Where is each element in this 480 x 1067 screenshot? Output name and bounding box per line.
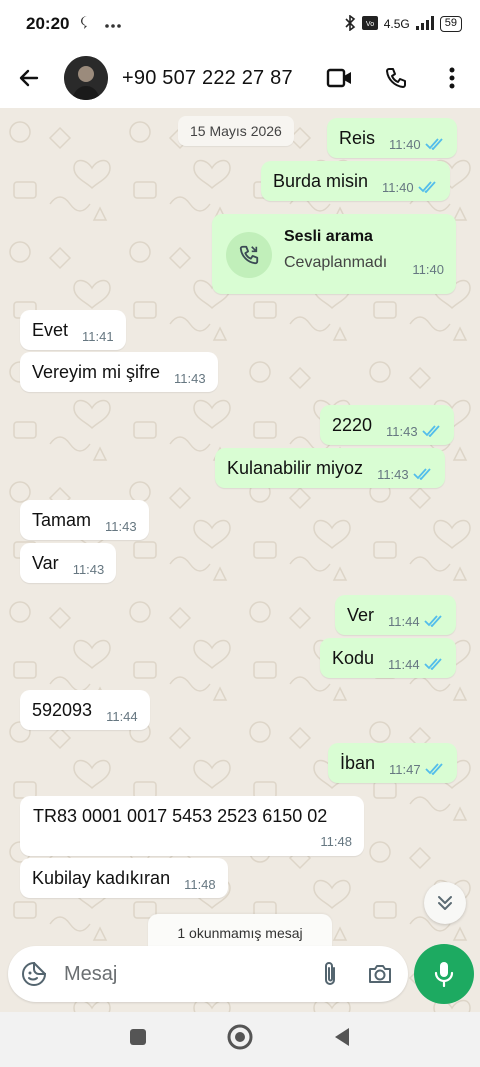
recents-button[interactable] (129, 1028, 147, 1051)
message-bubble-incoming[interactable]: Var 11:43 (20, 543, 117, 583)
more-notifications-icon (105, 14, 122, 34)
message-bubble-outgoing[interactable]: İban 11:47 (328, 743, 457, 783)
read-ticks-icon (421, 425, 440, 437)
message-bubble-incoming[interactable]: 592093 11:44 (20, 690, 150, 730)
message-text: İban (340, 752, 376, 773)
date-divider: 15 Mayıs 2026 (178, 116, 294, 146)
message-time: 11:43 (174, 370, 206, 386)
message-time: 11:44 (106, 708, 138, 724)
message-text: Var (32, 552, 59, 573)
message-text: Kubilay kadıkıran (32, 867, 171, 888)
message-text: 2220 (332, 414, 373, 435)
signal-icon (415, 15, 434, 33)
read-ticks-icon (423, 615, 442, 627)
message-text: Kulanabilir miyoz (227, 457, 364, 478)
attach-button[interactable] (308, 946, 352, 1002)
triangle-back-icon (335, 1028, 349, 1046)
video-call-button[interactable] (312, 48, 368, 108)
home-button[interactable] (227, 1024, 253, 1055)
chat-bubble-notification-icon (79, 14, 95, 35)
volte-icon: Vo (361, 15, 378, 33)
read-ticks-icon (417, 181, 436, 193)
voice-message-button[interactable] (414, 944, 474, 1004)
contact-avatar[interactable] (64, 56, 108, 100)
microphone-icon (434, 962, 454, 987)
message-time: 11:48 (320, 834, 352, 849)
contact-name[interactable]: +90 507 222 27 87 (122, 67, 293, 90)
message-time: 11:47 (389, 761, 421, 777)
video-camera-icon (326, 68, 351, 88)
read-ticks-icon (424, 763, 443, 775)
message-bubble-incoming[interactable]: Tamam 11:43 (20, 500, 149, 540)
message-time: 11:43 (105, 518, 137, 534)
message-text: TR83 0001 0017 5453 2523 6150 02 (33, 806, 328, 826)
message-time: 11:40 (389, 136, 421, 152)
emoji-button[interactable] (8, 946, 60, 1002)
read-ticks-icon (413, 468, 431, 480)
message-bubble-outgoing[interactable]: Kulanabilir miyoz 11:43 (215, 448, 445, 488)
call-time: 11:40 (412, 262, 444, 277)
message-bubble-incoming[interactable]: Vereyim mi şifre 11:43 (20, 352, 218, 392)
message-bubble-outgoing[interactable]: 2220 11:43 (320, 405, 454, 445)
message-time: 11:44 (388, 656, 420, 672)
message-time: 11:43 (72, 561, 105, 577)
message-bubble-incoming[interactable]: Kubilay kadıkıran 11:48 (20, 858, 228, 898)
message-text: Burda misin (273, 170, 369, 191)
camera-icon (369, 965, 391, 983)
system-back-button[interactable] (333, 1027, 351, 1052)
arrow-left-icon (19, 69, 39, 87)
missed-call-card[interactable]: Sesli arama Cevaplanmadı 11:40 (212, 214, 456, 294)
circle-icon (227, 1024, 253, 1050)
message-time: 11:43 (377, 466, 409, 482)
call-title: Sesli arama (284, 228, 373, 245)
message-time: 11:41 (82, 328, 114, 344)
message-text: Reis (339, 127, 376, 148)
camera-button[interactable] (352, 946, 408, 1002)
system-navigation-bar (0, 1012, 480, 1067)
more-vertical-icon (449, 67, 455, 89)
message-input[interactable]: Mesaj (64, 963, 117, 986)
svg-text:Vo: Vo (366, 21, 374, 28)
status-time: 20:20 (26, 14, 70, 33)
message-text: Kodu (332, 647, 375, 668)
message-bubble-outgoing[interactable]: Kodu 11:44 (320, 638, 456, 678)
message-time: 11:48 (184, 876, 216, 892)
square-icon (130, 1029, 146, 1045)
battery-icon: 59 (439, 16, 462, 32)
sticker-emoji-icon (22, 961, 47, 986)
missed-call-icon (226, 232, 272, 278)
message-bubble-incoming[interactable]: TR83 0001 0017 5453 2523 6150 02 11:48 (20, 796, 364, 856)
network-type-label: 4.5G (383, 17, 410, 31)
double-chevron-down-icon (438, 896, 452, 910)
read-ticks-icon (424, 138, 443, 150)
chat-area[interactable]: 15 Mayıs 2026 Reis 11:40 Burda misin 11:… (0, 108, 480, 1014)
message-bubble-outgoing[interactable]: Reis 11:40 (327, 118, 457, 158)
phone-icon (386, 68, 406, 88)
message-text: Tamam (32, 509, 92, 530)
back-button[interactable] (0, 48, 58, 108)
status-bar: 20:20 Vo 4.5G 59 (0, 0, 480, 48)
paperclip-icon (325, 962, 335, 985)
message-text: Ver (347, 604, 375, 625)
message-text: Evet (32, 319, 69, 340)
message-bubble-incoming[interactable]: Evet 11:41 (20, 310, 126, 350)
read-ticks-icon (423, 658, 442, 670)
voice-call-button[interactable] (368, 48, 424, 108)
chat-header: +90 507 222 27 87 (0, 48, 480, 108)
message-time: 11:40 (382, 179, 414, 195)
message-text: Vereyim mi şifre (32, 361, 161, 382)
message-composer[interactable]: Mesaj (8, 946, 408, 1002)
message-bubble-outgoing[interactable]: Burda misin 11:40 (261, 161, 450, 201)
scroll-to-bottom-button[interactable] (424, 882, 466, 924)
more-options-button[interactable] (424, 48, 480, 108)
message-time: 11:43 (386, 423, 418, 439)
message-text: 592093 (32, 699, 93, 720)
message-time: 11:44 (388, 613, 420, 629)
message-bubble-outgoing[interactable]: Ver 11:44 (335, 595, 456, 635)
bluetooth-icon (344, 13, 356, 34)
call-status: Cevaplanmadı (284, 254, 388, 271)
